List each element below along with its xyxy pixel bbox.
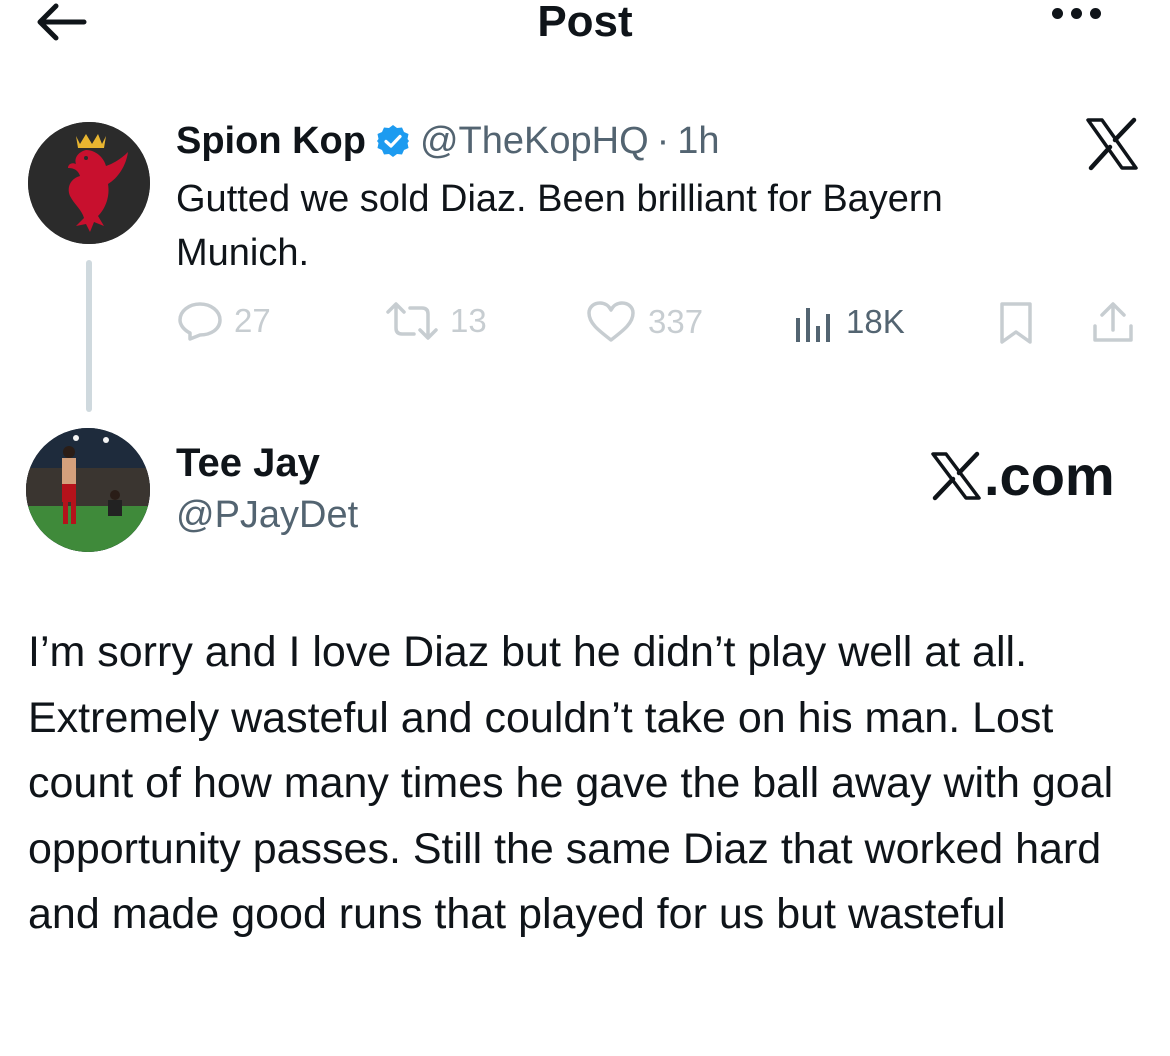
page-title: Post <box>537 0 633 46</box>
views-button[interactable]: 18K <box>792 300 905 344</box>
watermark-text: .com <box>984 444 1115 507</box>
x-com-watermark: .com <box>930 446 1115 506</box>
reply-count: 27 <box>234 302 271 339</box>
share-button[interactable] <box>1090 300 1146 346</box>
avatar-tee-jay[interactable] <box>26 428 150 552</box>
repost-icon <box>386 302 438 340</box>
display-name[interactable]: Spion Kop <box>176 116 366 166</box>
more-dot <box>1090 8 1101 19</box>
user-handle[interactable]: @TheKopHQ <box>420 116 649 166</box>
more-horizontal-icon <box>1052 8 1063 19</box>
separator-dot: · <box>656 120 670 162</box>
like-button[interactable]: 337 <box>584 300 703 344</box>
like-count: 337 <box>648 303 704 340</box>
x-logo-icon <box>931 451 981 501</box>
share-upload-icon <box>1093 302 1133 342</box>
parent-post-header: Spion Kop @TheKopHQ · 1h <box>176 116 720 166</box>
avatar-spion-kop[interactable] <box>28 122 150 244</box>
liverbird-logo-icon <box>28 122 150 244</box>
views-count: 18K <box>846 303 905 340</box>
reply-button[interactable]: 27 <box>176 300 271 342</box>
more-options-button[interactable] <box>1052 6 1116 30</box>
stadium-photo-icon <box>26 428 150 552</box>
reply-bubble-icon <box>178 302 222 341</box>
bookmark-icon <box>1000 302 1032 344</box>
analytics-bars-icon <box>796 308 830 342</box>
reply-display-name[interactable]: Tee Jay <box>176 440 320 486</box>
post-timestamp[interactable]: 1h <box>677 116 719 166</box>
parent-post-text: Gutted we sold Diaz. Been brilliant for … <box>176 178 943 274</box>
bookmark-button[interactable] <box>996 300 1046 346</box>
parent-post-actions: 27 13 337 18K <box>0 300 1170 348</box>
heart-icon <box>587 301 635 342</box>
verified-badge-icon <box>376 125 409 157</box>
repost-count: 13 <box>450 302 487 339</box>
reply-user-handle[interactable]: @PJayDet <box>176 492 358 538</box>
reply-post-text: I’m sorry and I love Diaz but he didn’t … <box>28 628 1114 938</box>
x-logo-icon <box>1084 116 1140 172</box>
repost-button[interactable]: 13 <box>384 300 487 342</box>
more-dot <box>1071 8 1082 19</box>
